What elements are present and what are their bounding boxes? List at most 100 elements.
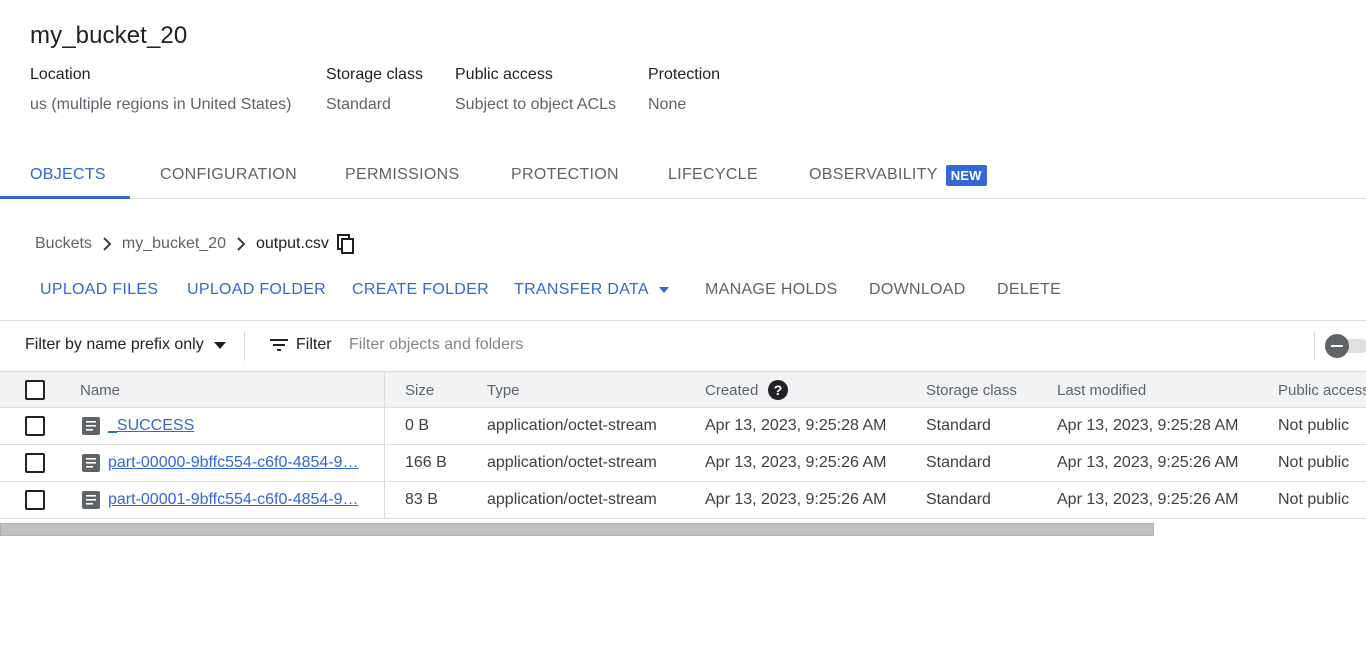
breadcrumb-buckets[interactable]: Buckets: [35, 235, 92, 253]
transfer-data-button[interactable]: TRANSFER DATA: [514, 276, 669, 304]
download-button[interactable]: DOWNLOAD: [869, 276, 966, 304]
object-name-link[interactable]: part-00000-9bffc554-c6f0-4854-9…: [108, 454, 359, 472]
help-icon[interactable]: ?: [768, 380, 789, 400]
size-cell: 166 B: [405, 454, 447, 471]
table-row: part-00001-9bffc554-c6f0-4854-9… 83 B ap…: [0, 482, 1366, 519]
column-header-type[interactable]: Type: [487, 372, 520, 408]
size-cell: 0 B: [405, 417, 430, 434]
tab-label: LIFECYCLE: [668, 166, 758, 183]
prefix-filter-select[interactable]: Filter by name prefix only: [25, 336, 226, 354]
public-access-cell: Not public: [1278, 454, 1350, 471]
file-icon: [82, 454, 100, 472]
tab-label: CONFIGURATION: [160, 166, 297, 183]
breadcrumb-bucket[interactable]: my_bucket_20: [122, 235, 226, 253]
select-all-checkbox[interactable]: [25, 372, 45, 408]
column-divider: [384, 445, 385, 481]
meta-label: Public access: [455, 66, 553, 83]
meta-value: us (multiple regions in United States): [30, 96, 292, 113]
row-checkbox[interactable]: [25, 408, 45, 444]
meta-location: Location us (multiple regions in United …: [30, 66, 291, 114]
tab-label: PERMISSIONS: [345, 166, 460, 183]
tab-label: PROTECTION: [511, 166, 619, 183]
column-header-created[interactable]: Created ?: [705, 372, 789, 408]
file-icon: [82, 491, 100, 509]
size-cell: 83 B: [405, 491, 438, 508]
last-modified-cell: Apr 13, 2023, 9:25:26 AM: [1057, 454, 1239, 471]
upload-files-button[interactable]: UPLOAD FILES: [40, 276, 158, 304]
column-header-name[interactable]: Name: [80, 372, 120, 408]
column-header-storage-class[interactable]: Storage class: [926, 372, 1017, 408]
bucket-title: my_bucket_20: [30, 22, 188, 49]
row-checkbox[interactable]: [25, 445, 45, 481]
tab-protection[interactable]: PROTECTION: [481, 152, 649, 198]
object-name-link[interactable]: _SUCCESS: [108, 417, 194, 435]
last-modified-cell: Apr 13, 2023, 9:25:28 AM: [1057, 417, 1239, 434]
copy-icon[interactable]: [336, 234, 355, 254]
file-icon: [82, 417, 100, 435]
caret-down-icon: [213, 341, 226, 349]
delete-button[interactable]: DELETE: [997, 276, 1061, 304]
filter-icon: [270, 339, 288, 351]
column-divider: [384, 372, 385, 407]
chevron-right-icon: [92, 237, 122, 251]
created-cell: Apr 13, 2023, 9:25:26 AM: [705, 454, 887, 471]
filter-label: Filter: [296, 336, 332, 353]
tab-bar: OBJECTS CONFIGURATION PERMISSIONS PROTEC…: [0, 152, 1366, 199]
meta-storage-class: Storage class Standard: [326, 66, 423, 114]
breadcrumb-current: output.csv: [255, 235, 329, 252]
filter-input[interactable]: [349, 333, 1249, 357]
column-divider: [384, 482, 385, 518]
column-divider: [384, 408, 385, 444]
svg-text:?: ?: [774, 382, 783, 398]
density-toggle-icon[interactable]: [1324, 333, 1366, 359]
object-name-cell: _SUCCESS: [82, 408, 194, 444]
tab-label: OBSERVABILITY: [809, 166, 938, 183]
meta-value: Standard: [326, 96, 391, 113]
created-cell: Apr 13, 2023, 9:25:28 AM: [705, 417, 887, 434]
filter-bar: Filter by name prefix only Filter: [0, 320, 1366, 371]
create-folder-button[interactable]: CREATE FOLDER: [352, 276, 489, 304]
object-name-cell: part-00001-9bffc554-c6f0-4854-9…: [82, 482, 359, 518]
meta-label: Location: [30, 66, 91, 83]
meta-value: None: [648, 96, 687, 113]
object-name-link[interactable]: part-00001-9bffc554-c6f0-4854-9…: [108, 491, 359, 509]
meta-label: Storage class: [326, 66, 423, 83]
type-cell: application/octet-stream: [487, 417, 657, 434]
tab-observability[interactable]: OBSERVABILITY NEW: [779, 152, 1017, 198]
column-header-last-modified[interactable]: Last modified: [1057, 372, 1146, 408]
table-header: Name Size Type Created ? Storage class L…: [0, 371, 1366, 408]
chevron-right-icon: [226, 237, 256, 251]
tab-objects[interactable]: OBJECTS: [0, 152, 130, 199]
storage-class-cell: Standard: [926, 417, 991, 434]
breadcrumb: Buckets my_bucket_20 output.csv: [35, 232, 355, 256]
tab-lifecycle[interactable]: LIFECYCLE: [638, 152, 788, 198]
public-access-cell: Not public: [1278, 417, 1350, 434]
object-name-cell: part-00000-9bffc554-c6f0-4854-9…: [82, 445, 359, 481]
caret-down-icon: [658, 287, 669, 293]
table-row: _SUCCESS 0 B application/octet-stream Ap…: [0, 408, 1366, 445]
manage-holds-button[interactable]: MANAGE HOLDS: [705, 276, 838, 304]
upload-folder-button[interactable]: UPLOAD FOLDER: [187, 276, 326, 304]
meta-protection: Protection None: [648, 66, 720, 114]
new-badge: NEW: [945, 164, 987, 186]
meta-label: Protection: [648, 66, 721, 83]
transfer-data-label: TRANSFER DATA: [514, 281, 649, 298]
type-cell: application/octet-stream: [487, 454, 657, 471]
column-header-size[interactable]: Size: [405, 372, 434, 408]
created-label: Created: [705, 381, 759, 399]
divider: [1314, 331, 1315, 361]
filter-button[interactable]: Filter: [270, 336, 332, 354]
tab-configuration[interactable]: CONFIGURATION: [130, 152, 327, 198]
table-row: part-00000-9bffc554-c6f0-4854-9… 166 B a…: [0, 445, 1366, 482]
meta-public-access: Public access Subject to object ACLs: [455, 66, 616, 114]
column-header-public-access[interactable]: Public access: [1278, 372, 1366, 408]
tab-permissions[interactable]: PERMISSIONS: [315, 152, 489, 198]
divider: [244, 331, 245, 361]
row-checkbox[interactable]: [25, 482, 45, 518]
objects-table: Name Size Type Created ? Storage class L…: [0, 371, 1366, 519]
public-access-cell: Not public: [1278, 491, 1350, 508]
horizontal-scrollbar[interactable]: [0, 523, 1154, 536]
meta-value: Subject to object ACLs: [455, 96, 616, 113]
prefix-filter-label: Filter by name prefix only: [25, 336, 204, 353]
storage-class-cell: Standard: [926, 454, 991, 471]
